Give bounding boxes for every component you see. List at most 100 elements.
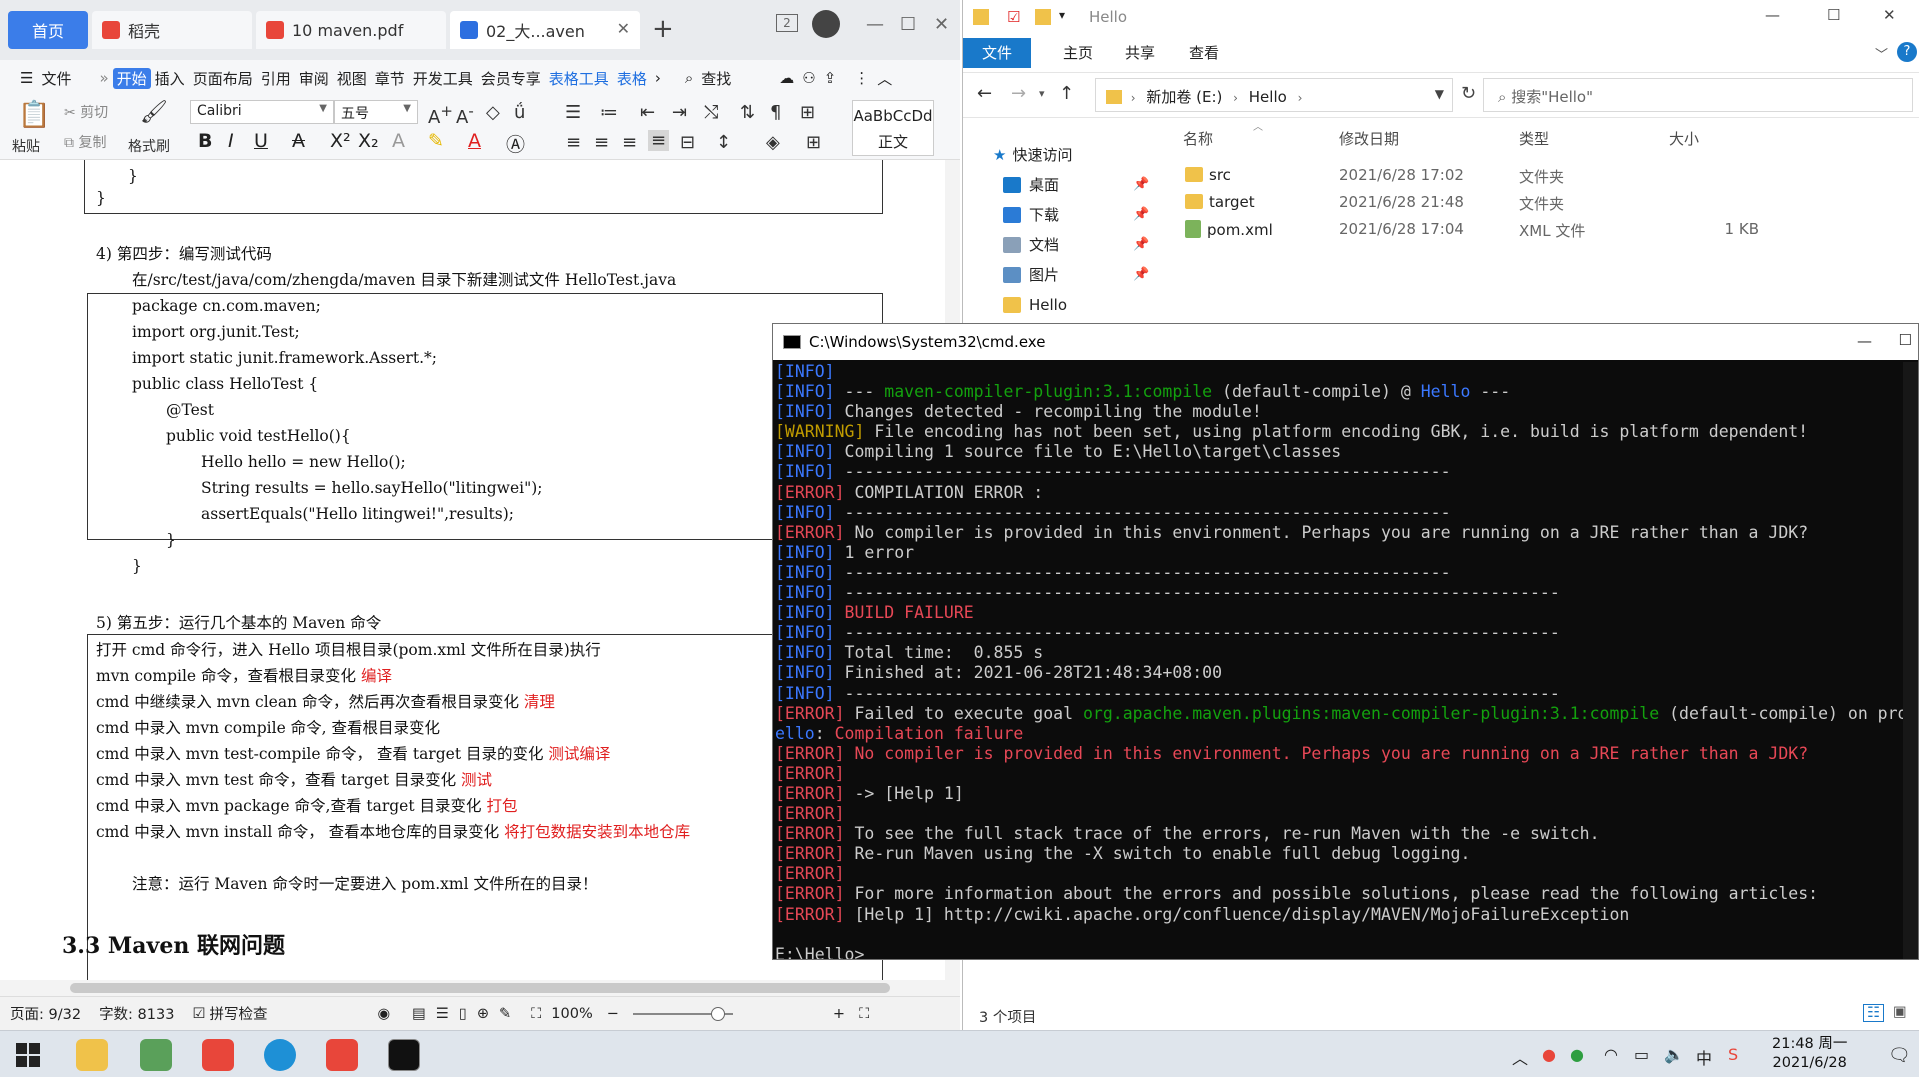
windows-start-icon[interactable] — [14, 1041, 42, 1069]
sort-icon[interactable]: ⇅ — [740, 102, 755, 123]
text-effect-icon[interactable]: A — [392, 130, 405, 152]
tab-doc[interactable]: 02_大...aven ✕ — [450, 11, 640, 49]
ribbon-tab-home[interactable]: 主页 — [1049, 38, 1107, 68]
more-options-icon[interactable]: ⋮ — [850, 69, 873, 87]
increase-indent-icon[interactable]: ⇥ — [672, 102, 687, 123]
menu-reference[interactable]: 引用 — [257, 68, 295, 89]
nav-quick-access[interactable]: ★ 快速访问 — [993, 142, 1072, 168]
expand-ribbon-icon[interactable]: ﹀ — [1875, 44, 1888, 63]
borders-icon[interactable]: ⊞ — [806, 132, 821, 153]
wechat-icon[interactable]: ● — [1570, 1045, 1584, 1064]
menu-member[interactable]: 会员专享 — [477, 68, 545, 89]
menu-more-icon[interactable]: » — [95, 69, 112, 87]
ime-indicator[interactable]: 中 — [1696, 1045, 1712, 1069]
quick-toolbar-dropdown-icon[interactable]: ▾ — [1059, 8, 1065, 22]
menu-table[interactable]: 表格 — [613, 68, 651, 89]
menu-start[interactable]: 开始 — [112, 67, 151, 89]
cmd-window[interactable]: C:\Windows\System32\cmd.exe — ☐ [INFO] [I… — [772, 323, 1919, 960]
recent-locations-icon[interactable]: ▾ — [1039, 87, 1045, 100]
chevron-down-icon[interactable]: ▼ — [1435, 87, 1444, 101]
menu-scroll-right-icon[interactable]: › — [651, 69, 665, 87]
bold-icon[interactable]: B — [198, 130, 212, 152]
font-shrink-icon[interactable]: A- — [456, 102, 474, 128]
nav-downloads[interactable]: 下载 — [1003, 202, 1059, 228]
align-right-icon[interactable]: ≡ — [622, 132, 637, 153]
window-count-icon[interactable]: 2 — [776, 14, 798, 32]
read-view-icon[interactable]: ▯ — [459, 1006, 467, 1022]
shading-icon[interactable]: ◈ — [766, 132, 780, 153]
collab-icon[interactable]: ⚇ — [798, 69, 819, 87]
search-icon[interactable]: ⌕ — [681, 69, 697, 87]
copy-button[interactable]: ⧉ 复制 — [64, 132, 106, 152]
breadcrumb-drive[interactable]: 新加卷 (E:) — [1146, 88, 1222, 106]
edge-taskbar-icon[interactable] — [264, 1039, 296, 1071]
system-clock[interactable]: 21:48 周一 2021/6/28 — [1772, 1035, 1847, 1073]
paste-button[interactable]: 粘贴 — [12, 136, 40, 156]
char-border-icon[interactable]: Ⓐ — [506, 130, 525, 157]
menu-chapter[interactable]: 章节 — [371, 68, 409, 89]
notification-icon[interactable]: 🗨 — [1888, 1045, 1911, 1066]
breadcrumb-folder[interactable]: Hello — [1249, 88, 1287, 106]
help-icon[interactable]: ? — [1897, 42, 1917, 62]
pin-icon[interactable]: 📌 — [1133, 207, 1149, 222]
highlight-icon[interactable]: ✎ — [428, 130, 444, 152]
avatar[interactable] — [812, 10, 840, 38]
menu-dev-tools[interactable]: 开发工具 — [409, 68, 477, 89]
spell-check-label[interactable]: 拼写检查 — [209, 1003, 267, 1024]
ribbon-tab-view[interactable]: 查看 — [1175, 38, 1233, 68]
close-tab-icon[interactable]: ✕ — [617, 19, 630, 38]
file-row[interactable]: target 2021/6/28 21:48 文件夹 — [1163, 189, 1919, 215]
up-icon[interactable]: ↑ — [1059, 83, 1074, 104]
close-window-icon[interactable]: ✕ — [934, 14, 949, 35]
bullet-list-icon[interactable]: ☰ — [565, 102, 581, 123]
subscript-icon[interactable]: X₂ — [358, 130, 379, 152]
file-row[interactable]: pom.xml 2021/6/28 17:04 XML 文件 1 KB — [1163, 216, 1919, 242]
minimize-icon[interactable]: — — [866, 14, 884, 35]
zoom-out-icon[interactable]: − — [607, 1006, 619, 1022]
maximize-icon[interactable]: ☐ — [900, 14, 916, 35]
column-date[interactable]: 修改日期 — [1339, 128, 1399, 149]
column-type[interactable]: 类型 — [1519, 128, 1549, 149]
format-painter-icon[interactable]: 🖌 — [140, 100, 168, 125]
word-count[interactable]: 字数: 8133 — [99, 1003, 174, 1024]
page-view-icon[interactable]: ▤ — [412, 1006, 426, 1022]
cut-button[interactable]: ✂ 剪切 — [64, 102, 108, 122]
menu-page-layout[interactable]: 页面布局 — [189, 68, 257, 89]
work-app-taskbar-icon[interactable] — [326, 1039, 358, 1071]
eye-protect-icon[interactable]: ◉ — [377, 1006, 390, 1022]
cmd-output[interactable]: [INFO] [INFO] --- maven-compiler-plugin:3… — [773, 362, 1903, 959]
horizontal-scrollbar[interactable] — [0, 980, 960, 996]
font-size-select[interactable]: 五号 ▼ — [334, 100, 418, 124]
scrollbar-thumb[interactable] — [70, 983, 890, 993]
app-taskbar-icon[interactable] — [140, 1039, 172, 1071]
menu-view[interactable]: 视图 — [333, 68, 371, 89]
nav-documents[interactable]: 文档 — [1003, 232, 1059, 258]
line-spacing-icon[interactable]: ↕ — [716, 132, 731, 153]
align-left-icon[interactable]: ≡ — [566, 132, 581, 153]
cmd-title-bar[interactable]: C:\Windows\System32\cmd.exe — ☐ — [773, 324, 1918, 360]
pin-icon[interactable]: 📌 — [1133, 177, 1149, 192]
pin-icon[interactable]: 📌 — [1133, 237, 1149, 252]
show-marks-icon[interactable]: ¶ — [770, 102, 781, 123]
cmd-scrollbar[interactable] — [1903, 362, 1918, 959]
nav-pictures[interactable]: 图片 — [1003, 262, 1059, 288]
tab-pdf[interactable]: 10 maven.pdf — [256, 11, 446, 49]
fullscreen-icon[interactable]: ⛶ — [859, 1006, 869, 1022]
menu-hamburger-icon[interactable]: ☰ — [16, 69, 37, 87]
tab-stops-icon[interactable]: ⊞ — [800, 102, 815, 123]
italic-icon[interactable]: I — [228, 130, 234, 152]
share-icon[interactable]: ⇪ — [820, 69, 841, 87]
align-center-icon[interactable]: ≡ — [594, 132, 609, 153]
sogou-ime-icon[interactable]: S — [1728, 1045, 1738, 1064]
menu-review[interactable]: 审阅 — [295, 68, 333, 89]
tab-home[interactable]: 首页 — [8, 11, 88, 49]
paste-icon[interactable]: 📋 — [18, 100, 50, 130]
tray-expand-icon[interactable]: ︿ — [1512, 1045, 1528, 1069]
refresh-icon[interactable]: ↻ — [1461, 83, 1476, 104]
file-explorer-taskbar-icon[interactable] — [76, 1039, 108, 1071]
font-color-icon[interactable]: A — [468, 130, 481, 152]
menu-file[interactable]: 文件 — [37, 68, 75, 89]
ribbon-tab-file[interactable]: 文件 — [963, 38, 1031, 68]
chinese-layout-icon[interactable]: ⤭ — [704, 102, 718, 123]
menu-search[interactable]: 查找 — [697, 68, 735, 89]
